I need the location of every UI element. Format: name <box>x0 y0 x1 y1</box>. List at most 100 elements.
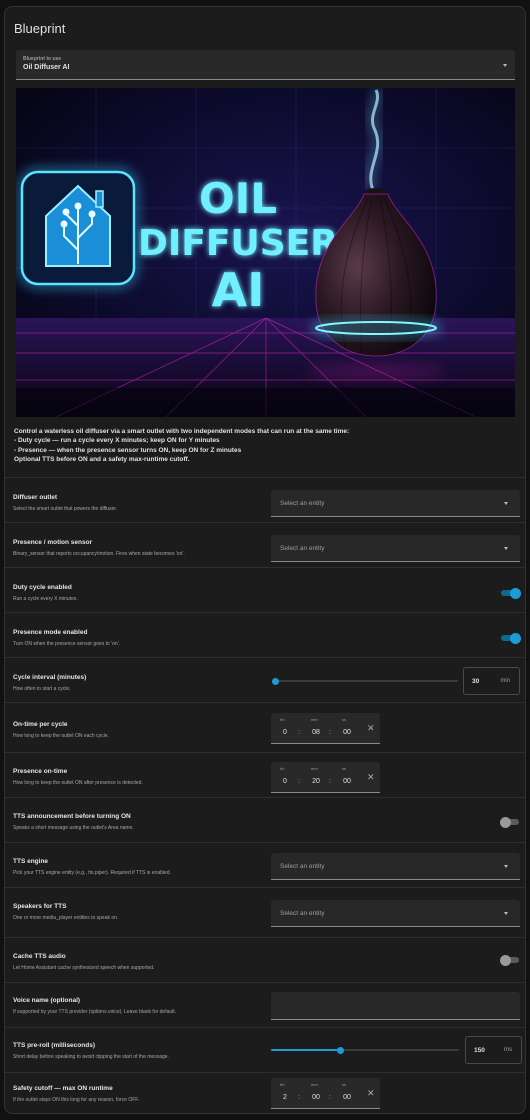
minutes-label: mm <box>311 1082 318 1087</box>
seconds-label: ss <box>342 1082 346 1087</box>
presence-sensor-picker[interactable]: Select an entity <box>271 535 520 562</box>
number-value: 150 <box>474 1047 485 1054</box>
blueprint-select-value: Oil Diffuser AI <box>23 64 70 71</box>
card-title: Blueprint <box>14 21 66 36</box>
description-bullet-presence: - Presence — when the presence sensor tu… <box>14 446 242 454</box>
field-title: Duty cycle enabled <box>13 584 72 591</box>
hero-title-line2: DIFFUSER <box>138 223 338 264</box>
field-subtitle: If the outlet stays ON this long for any… <box>13 1097 140 1103</box>
field-title: Presence on-time <box>13 768 68 775</box>
cache-tts-toggle[interactable] <box>500 954 519 966</box>
seconds-value[interactable]: 00 <box>339 1094 355 1101</box>
blueprint-description: Control a waterless oil diffuser via a s… <box>14 427 519 464</box>
field-title: Presence / motion sensor <box>13 539 93 546</box>
field-subtitle: Binary_sensor that reports occupancy/mot… <box>13 551 185 557</box>
presence-mode-toggle[interactable] <box>501 632 521 644</box>
field-cache-tts: Cache TTS audio Let Home Assistant cache… <box>5 937 525 982</box>
close-icon[interactable]: ✕ <box>367 724 375 733</box>
field-subtitle: Short delay before speaking to avoid cli… <box>13 1054 169 1060</box>
entity-picker-placeholder: Select an entity <box>280 545 325 552</box>
field-title: Voice name (optional) <box>13 997 81 1004</box>
cycle-interval-slider[interactable] <box>271 677 458 685</box>
field-subtitle: One or more media_player entities to spe… <box>13 915 119 921</box>
on-time-duration-input[interactable]: hh mm ss 0 : 08 : 00 ✕ <box>271 713 380 744</box>
field-presence-sensor: Presence / motion sensor Binary_sensor t… <box>5 522 525 567</box>
hours-value[interactable]: 2 <box>277 1094 293 1101</box>
separator: : <box>298 729 300 736</box>
field-subtitle: How often to start a cycle. <box>13 686 71 692</box>
chevron-down-icon <box>504 502 508 505</box>
field-title: Safety cutoff — max ON runtime <box>13 1085 113 1092</box>
speakers-picker[interactable]: Select an entity <box>271 900 520 927</box>
field-subtitle: Run a cycle every X minutes. <box>13 596 78 602</box>
hours-label: hh <box>280 766 285 771</box>
field-duty-cycle-enabled: Duty cycle enabled Run a cycle every X m… <box>5 567 525 612</box>
chevron-down-icon <box>504 547 508 550</box>
seconds-value[interactable]: 00 <box>339 729 355 736</box>
blueprint-card: Blueprint Blueprint to use Oil Diffuser … <box>4 6 526 1114</box>
minutes-label: mm <box>311 766 318 771</box>
field-presence-on-time: Presence on-time How long to keep the ou… <box>5 752 525 797</box>
entity-picker-placeholder: Select an entity <box>280 500 325 507</box>
cycle-interval-input[interactable]: 30 min <box>463 667 520 695</box>
separator: : <box>298 1094 300 1101</box>
slider-handle[interactable] <box>337 1046 345 1054</box>
field-on-time-per-cycle: On-time per cycle How long to keep the o… <box>5 702 525 752</box>
tts-announcement-toggle[interactable] <box>500 816 519 828</box>
number-value: 30 <box>472 678 480 685</box>
field-title: Diffuser outlet <box>13 494 58 501</box>
minutes-value[interactable]: 20 <box>308 778 324 785</box>
tts-preroll-input[interactable]: 150 ms <box>465 1036 522 1064</box>
tts-engine-picker[interactable]: Select an entity <box>271 853 520 880</box>
field-tts-engine: TTS engine Pick your TTS engine entity (… <box>5 842 525 887</box>
seconds-value[interactable]: 00 <box>339 778 355 785</box>
hours-value[interactable]: 0 <box>277 729 293 736</box>
field-subtitle: If supported by your TTS provider (optio… <box>13 1009 177 1015</box>
toggle-knob <box>510 632 521 644</box>
field-safety-cutoff: Safety cutoff — max ON runtime If the ou… <box>5 1072 525 1113</box>
hero-title-line3: AI <box>212 263 265 317</box>
seconds-label: ss <box>342 766 346 771</box>
field-title: TTS pre-roll (milliseconds) <box>13 1042 95 1049</box>
description-outro: Optional TTS before ON and a safety max-… <box>14 455 190 463</box>
number-unit: ms <box>504 1047 512 1053</box>
field-title: Speakers for TTS <box>13 903 67 910</box>
field-tts-announcement: TTS announcement before turning ON Speak… <box>5 797 525 842</box>
blueprint-select[interactable]: Blueprint to use Oil Diffuser AI <box>16 50 515 80</box>
field-speakers: Speakers for TTS One or more media_playe… <box>5 887 525 937</box>
diffuser-outlet-picker[interactable]: Select an entity <box>271 490 520 517</box>
duty-cycle-toggle[interactable] <box>501 587 521 599</box>
field-title: Cache TTS audio <box>13 953 66 960</box>
description-intro: Control a waterless oil diffuser via a s… <box>14 428 350 435</box>
hero-image: OIL DIFFUSER AI <box>16 88 515 417</box>
field-voice-name: Voice name (optional) If supported by yo… <box>5 982 525 1027</box>
presence-duration-input[interactable]: hh mm ss 0 : 20 : 00 ✕ <box>271 762 380 793</box>
close-icon[interactable]: ✕ <box>367 1089 375 1098</box>
field-subtitle: Let Home Assistant cache synthesized spe… <box>13 965 155 971</box>
minutes-value[interactable]: 08 <box>308 729 324 736</box>
toggle-knob <box>500 816 511 828</box>
entity-picker-placeholder: Select an entity <box>280 910 325 917</box>
chevron-down-icon <box>504 865 508 868</box>
field-title: Presence mode enabled <box>13 629 88 636</box>
minutes-value[interactable]: 00 <box>308 1094 324 1101</box>
voice-name-input[interactable] <box>271 992 520 1020</box>
chevron-down-icon <box>503 64 507 67</box>
field-subtitle: Turn ON when the presence sensor goes to… <box>13 641 121 647</box>
field-subtitle: How long to keep the outlet ON after pre… <box>13 780 143 786</box>
hours-value[interactable]: 0 <box>277 778 293 785</box>
field-title: On-time per cycle <box>13 721 68 728</box>
separator: : <box>298 778 300 785</box>
hero-title-line1: OIL <box>199 174 277 223</box>
tts-preroll-slider[interactable] <box>271 1046 459 1054</box>
field-subtitle: Speaks a short message using the outlet'… <box>13 825 134 831</box>
field-presence-mode-enabled: Presence mode enabled Turn ON when the p… <box>5 612 525 657</box>
entity-picker-placeholder: Select an entity <box>280 863 325 870</box>
slider-fill <box>271 1049 341 1051</box>
slider-handle[interactable] <box>271 677 279 685</box>
field-diffuser-outlet: Diffuser outlet Select the smart outlet … <box>5 477 525 522</box>
number-unit: min <box>500 678 510 684</box>
hours-label: hh <box>280 1082 285 1087</box>
safety-cutoff-duration-input[interactable]: hh mm ss 2 : 00 : 00 ✕ <box>271 1078 380 1109</box>
close-icon[interactable]: ✕ <box>367 773 375 782</box>
